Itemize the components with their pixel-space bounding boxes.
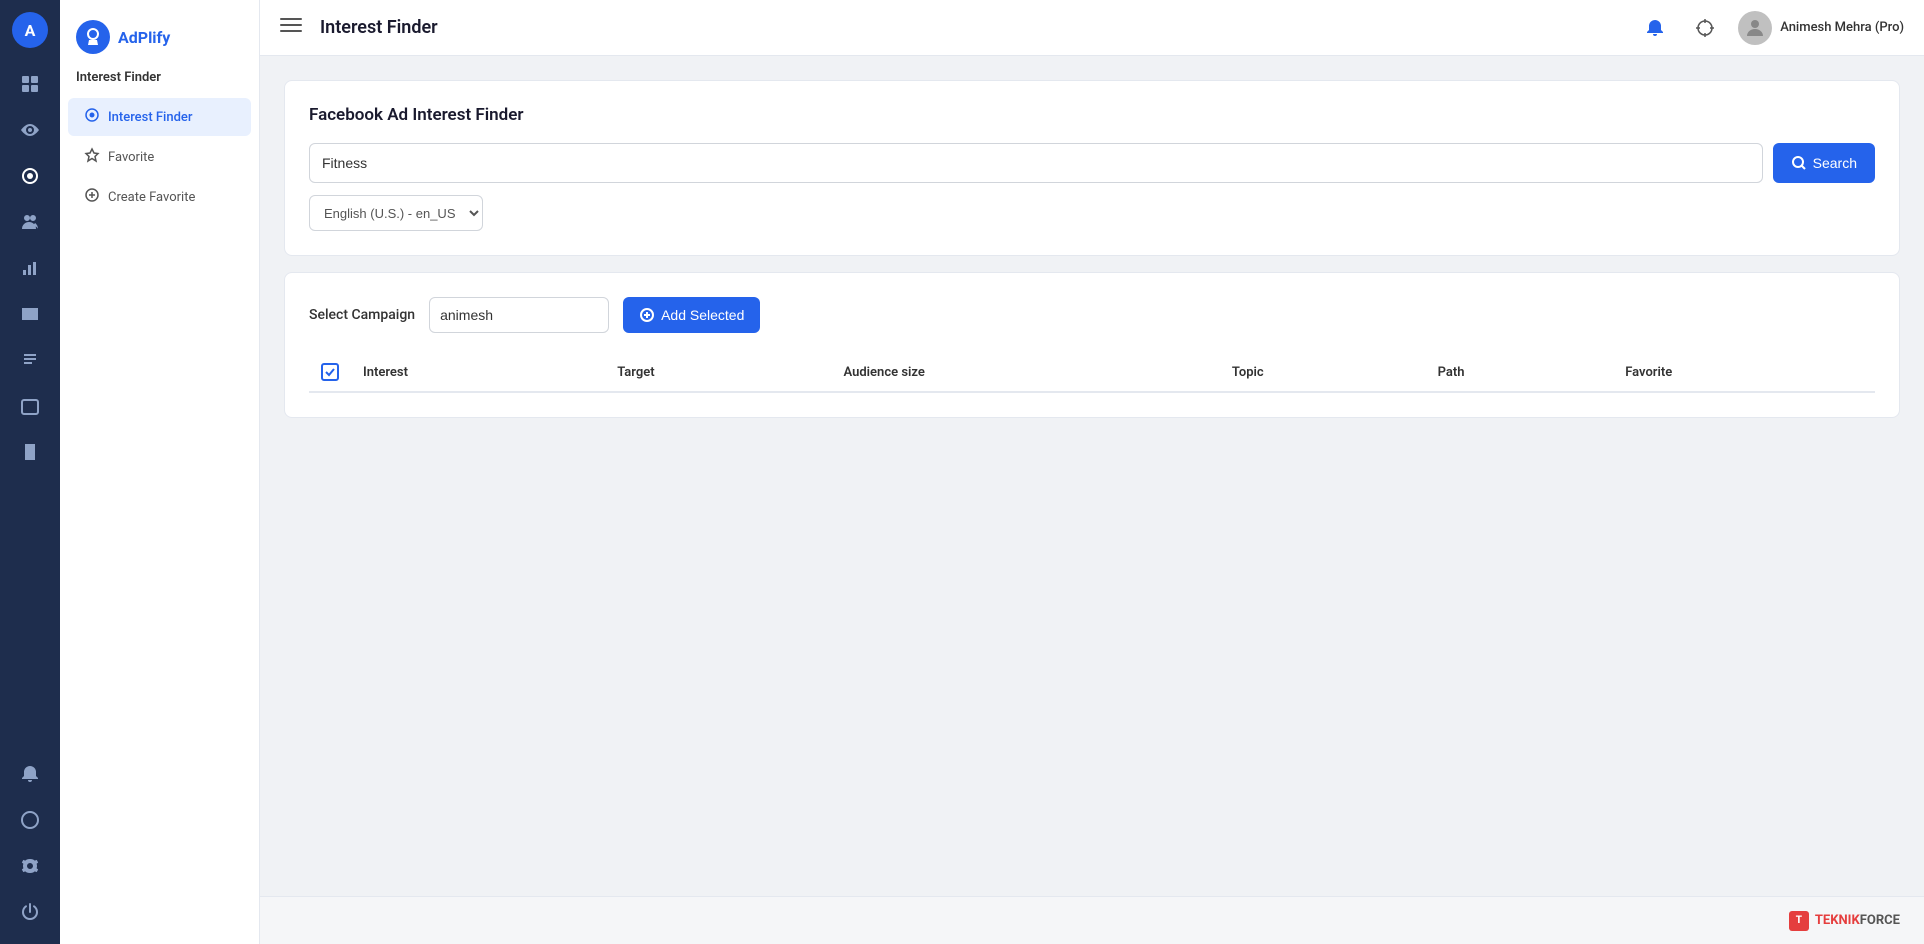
sidebar-logo: AdPlify [60,20,259,70]
page-footer: T TEKNIKFORCE [260,896,1924,944]
search-input[interactable] [309,143,1763,183]
topbar-right: Animesh Mehra (Pro) [1638,11,1904,45]
sidebar-section-title: Interest Finder [60,70,259,97]
language-select[interactable]: English (U.S.) - en_US English (UK) - en… [309,195,483,231]
sidebar-item-create-favorite[interactable]: Create Favorite [68,178,251,216]
table-header-path: Path [1426,353,1614,392]
nav-icon-settings[interactable] [10,846,50,886]
campaign-row: Select Campaign Add Selected [309,297,1875,333]
table-header-target: Target [605,353,831,392]
nav-icon-audience[interactable] [10,202,50,242]
nav-icon-power[interactable] [10,892,50,932]
notification-bell-icon[interactable] [1638,11,1672,45]
main-content: Interest Finder Animesh Mehra (Pro) Face… [260,0,1924,944]
results-table: Interest Target Audience size Topic Path [309,353,1875,393]
teknikforce-suffix: FORCE [1860,913,1900,928]
create-favorite-icon [84,187,100,207]
menu-toggle-icon[interactable] [280,14,302,41]
nav-icon-mail[interactable] [10,294,50,334]
nav-icon-eye[interactable] [10,110,50,150]
nav-icon-calendar[interactable] [10,386,50,426]
search-button[interactable]: Search [1773,143,1875,183]
app-logo-icon: A [12,12,48,48]
nav-icon-info[interactable] [10,800,50,840]
favorite-icon [84,147,100,167]
user-name: Animesh Mehra (Pro) [1780,20,1904,35]
teknikforce-brand: T TEKNIKFORCE [1789,911,1900,931]
add-selected-label: Add Selected [661,307,744,323]
avatar [1738,11,1772,45]
sidebar-item-label-interest-finder: Interest Finder [108,110,193,125]
campaign-label: Select Campaign [309,307,415,323]
table-header-interest: Interest [351,353,605,392]
table-header-checkbox [309,353,351,392]
language-row: English (U.S.) - en_US English (UK) - en… [309,195,1875,231]
sidebar-item-label-favorite: Favorite [108,150,154,165]
sidebar-item-interest-finder[interactable]: Interest Finder [68,98,251,136]
brand-logo-circle [76,20,110,54]
select-all-checkbox[interactable] [321,363,339,381]
add-selected-button[interactable]: Add Selected [623,297,760,333]
crosshair-icon[interactable] [1688,11,1722,45]
teknikforce-icon: T [1789,911,1809,931]
topbar: Interest Finder Animesh Mehra (Pro) [260,0,1924,56]
campaign-input[interactable] [429,297,609,333]
nav-icon-bell[interactable] [10,754,50,794]
user-profile[interactable]: Animesh Mehra (Pro) [1738,11,1904,45]
teknikforce-highlight: TEKNIK [1815,913,1860,928]
nav-icon-interest[interactable] [10,156,50,196]
page-title: Interest Finder [320,17,1624,38]
icon-navigation: A [0,0,60,944]
results-card: Select Campaign Add Selected [284,272,1900,418]
interest-finder-icon [84,107,100,127]
search-card: Facebook Ad Interest Finder Search Engli… [284,80,1900,256]
table-header-favorite: Favorite [1613,353,1875,392]
brand-name: AdPlify [118,28,170,47]
sidebar-item-label-create-favorite: Create Favorite [108,190,195,205]
table-header-topic: Topic [1220,353,1426,392]
nav-icon-analytics[interactable] [10,248,50,288]
nav-icon-reports[interactable] [10,432,50,472]
search-button-label: Search [1813,155,1857,171]
table-header-audience-size: Audience size [832,353,1220,392]
sidebar-item-favorite[interactable]: Favorite [68,138,251,176]
teknikforce-label: TEKNIKFORCE [1815,913,1900,928]
nav-icon-dashboard[interactable] [10,64,50,104]
search-card-title: Facebook Ad Interest Finder [309,105,1875,125]
nav-icon-ad[interactable] [10,340,50,380]
page-content-area: Facebook Ad Interest Finder Search Engli… [260,56,1924,896]
sidebar: AdPlify Interest Finder Interest Finder … [60,0,260,944]
search-row: Search [309,143,1875,183]
table-header-row: Interest Target Audience size Topic Path [309,353,1875,392]
